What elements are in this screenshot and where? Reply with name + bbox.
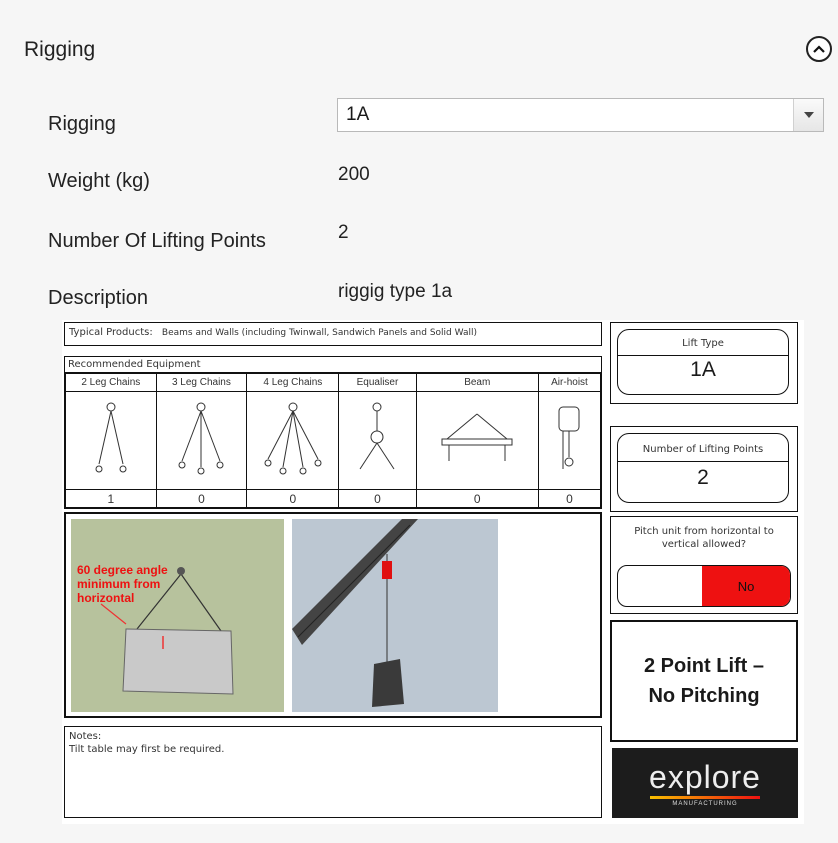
- equip-name: Beam: [415, 373, 539, 392]
- lift-type-label: Lift Type: [618, 338, 788, 356]
- equip-name: 4 Leg Chains: [246, 373, 340, 392]
- lifting-points-value: 2: [338, 222, 349, 243]
- lift-type-box: Lift Type 1A: [617, 329, 789, 395]
- equip-qty: 0: [246, 489, 340, 508]
- lift-type-value: 1A: [690, 358, 716, 381]
- diagram-annotation: horizontal: [77, 591, 135, 605]
- typical-products-row: Typical Products: Beams and Walls (inclu…: [64, 322, 602, 346]
- equip-qty: 0: [415, 489, 539, 508]
- lifting-points-panel-value: 2: [697, 466, 709, 489]
- three-leg-chain-icon: [155, 391, 248, 490]
- logo-sub: MANUFACTURING: [672, 800, 738, 807]
- typical-products-value: Beams and Walls (including Twinwall, San…: [161, 328, 477, 338]
- equip-name: Equaliser: [338, 373, 417, 392]
- equip-qty: 0: [155, 489, 248, 508]
- pitch-question: Pitch unit from horizontal to vertical a…: [634, 526, 774, 550]
- rigging-card: Typical Products: Beams and Walls (inclu…: [62, 320, 804, 824]
- notes-text: Tilt table may first be required.: [69, 744, 225, 755]
- pitch-panel: Pitch unit from horizontal to vertical a…: [610, 516, 798, 614]
- equip-qty: 0: [537, 489, 602, 508]
- lifting-points-panel: Number of Lifting Points 2: [610, 426, 798, 512]
- description-value: riggig type 1a: [338, 281, 453, 302]
- lifting-points-box: Number of Lifting Points 2: [617, 433, 789, 503]
- equip-name: 3 Leg Chains: [155, 373, 248, 392]
- lift-type-panel: Lift Type 1A: [610, 322, 798, 404]
- photos-box: 60 degree angle minimum from horizontal: [64, 512, 602, 718]
- section-title: Rigging: [24, 38, 96, 61]
- chevron-up-icon: [813, 45, 825, 53]
- diagram-annotation: minimum from: [77, 577, 161, 591]
- weight-value: 200: [338, 164, 370, 185]
- dropdown-arrow-icon[interactable]: [793, 99, 823, 131]
- summary-panel: 2 Point Lift – No Pitching: [610, 620, 798, 742]
- equipment-table: Recommended Equipment 2 Leg Chains 3 Leg…: [64, 356, 602, 509]
- pitch-toggle: No: [617, 565, 791, 607]
- rigging-label: Rigging: [48, 113, 116, 135]
- typical-products-label: Typical Products:: [69, 327, 153, 338]
- pitch-no: No: [702, 566, 790, 606]
- equip-name: 2 Leg Chains: [65, 373, 157, 392]
- crane-photo: [292, 519, 498, 712]
- notes-label: Notes:: [69, 731, 102, 742]
- diagram-annotation: 60 degree angle: [77, 563, 168, 577]
- two-leg-chain-icon: [65, 391, 157, 490]
- beam-icon: [415, 391, 539, 490]
- summary-line-1: 2 Point Lift –: [644, 655, 764, 677]
- notes-box: Notes: Tilt table may first be required.: [64, 726, 602, 818]
- four-leg-chain-icon: [246, 391, 340, 490]
- explore-logo: explore MANUFACTURING: [612, 748, 798, 818]
- collapse-button[interactable]: [806, 36, 832, 62]
- logo-text: explore: [649, 758, 761, 795]
- air-hoist-icon: [537, 391, 602, 490]
- recommended-equipment-label: Recommended Equipment: [65, 357, 601, 373]
- description-label: Description: [48, 287, 149, 309]
- rigging-select[interactable]: 1A: [337, 98, 824, 132]
- lifting-points-label: Number Of Lifting Points: [48, 230, 266, 252]
- equip-name: Air-hoist: [537, 373, 602, 392]
- equip-qty: 0: [338, 489, 417, 508]
- weight-label: Weight (kg): [48, 170, 150, 192]
- equaliser-icon: [338, 391, 417, 490]
- equip-qty: 1: [65, 489, 157, 508]
- rigging-select-value: 1A: [346, 104, 370, 125]
- summary-line-2: No Pitching: [648, 685, 760, 707]
- lifting-points-panel-label: Number of Lifting Points: [618, 444, 788, 462]
- lift-diagram-photo: 60 degree angle minimum from horizontal: [71, 519, 284, 712]
